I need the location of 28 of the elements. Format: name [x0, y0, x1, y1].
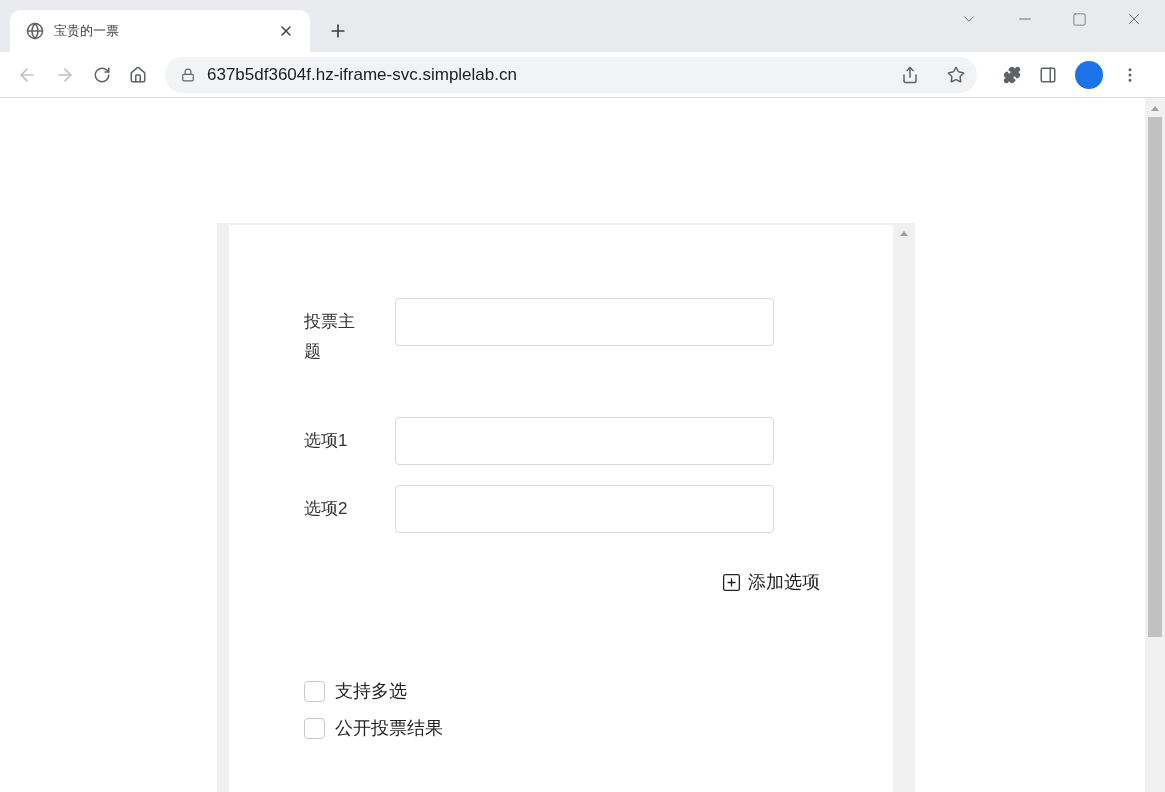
home-icon[interactable]: [129, 65, 147, 84]
side-panel-icon[interactable]: [1039, 65, 1057, 84]
browser-tab[interactable]: 宝贵的一票: [10, 10, 310, 52]
maximize-icon[interactable]: [1072, 11, 1087, 27]
address-bar[interactable]: 637b5df3604f.hz-iframe-svc.simplelab.cn: [165, 56, 977, 93]
scroll-up-icon[interactable]: [900, 231, 908, 236]
globe-icon: [26, 22, 44, 40]
field-label: 选项2: [304, 498, 349, 520]
checkbox[interactable]: [304, 681, 325, 702]
reload-icon[interactable]: [93, 65, 111, 84]
checkbox-label: 公开投票结果: [335, 717, 443, 740]
plus-icon: [721, 572, 742, 593]
profile-avatar[interactable]: [1075, 60, 1103, 89]
bookmark-star-icon[interactable]: [947, 65, 965, 84]
checkbox[interactable]: [304, 718, 325, 739]
page-scrollbar[interactable]: [1145, 98, 1165, 792]
lock-icon: [181, 67, 195, 82]
text-input[interactable]: [395, 417, 774, 465]
text-input[interactable]: [395, 298, 774, 346]
field-label: 投票主题: [304, 311, 356, 363]
tab-title: 宝贵的一票: [54, 22, 120, 41]
field-label: 选项1: [304, 430, 349, 452]
add-option-button[interactable]: 添加选项: [721, 569, 820, 596]
text-input[interactable]: [395, 485, 774, 533]
extensions-icon[interactable]: [1003, 65, 1021, 84]
url-text: 637b5df3604f.hz-iframe-svc.simplelab.cn: [207, 63, 518, 86]
share-icon[interactable]: [901, 65, 919, 84]
checkbox-label: 支持多选: [335, 680, 407, 703]
